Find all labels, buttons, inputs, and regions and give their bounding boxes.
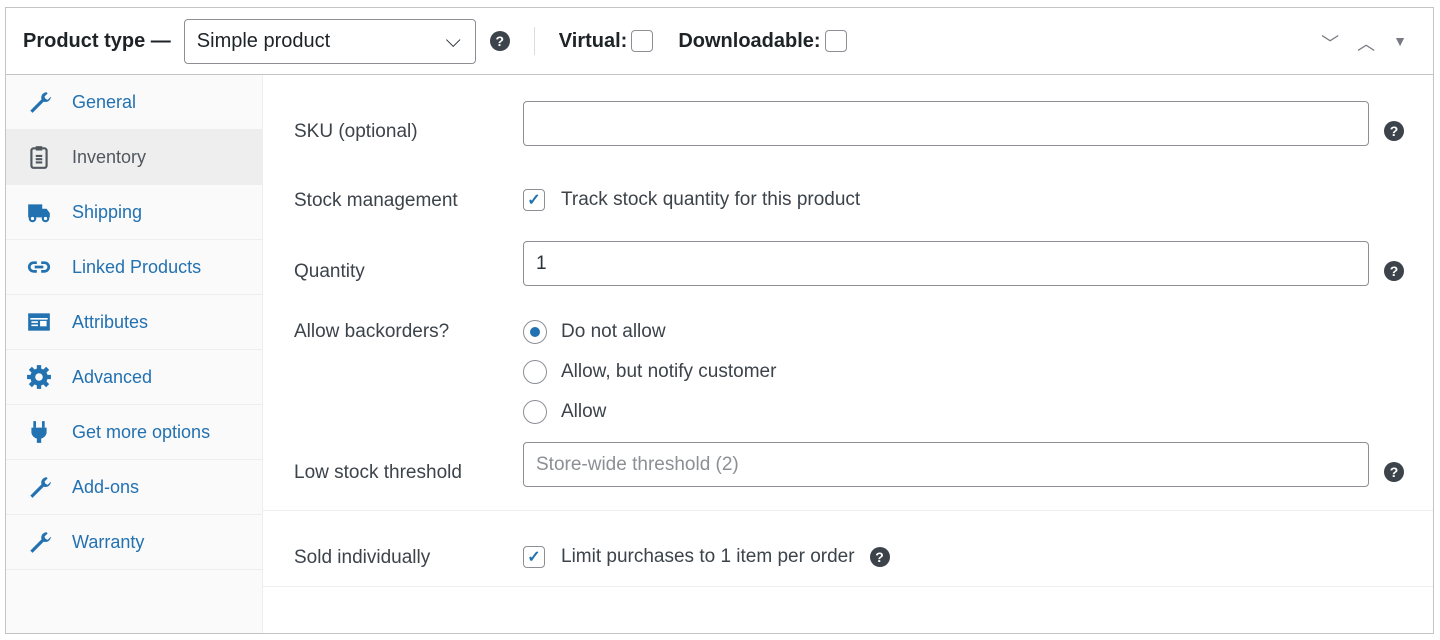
sidebar-item-get-more-options[interactable]: Get more options bbox=[6, 405, 262, 460]
divider bbox=[533, 27, 535, 55]
sidebar: General Inventory Shipping Linked Products A… bbox=[6, 75, 263, 633]
wrench-icon bbox=[30, 532, 51, 553]
product-type-label: Product type — bbox=[23, 29, 171, 52]
sold-individually-text: Limit purchases to 1 item per order bbox=[561, 546, 855, 567]
help-icon[interactable]: ? bbox=[1384, 121, 1404, 141]
sidebar-item-advanced[interactable]: Advanced bbox=[6, 350, 262, 405]
quantity-input[interactable]: 1 bbox=[523, 241, 1369, 286]
downloadable-label: Downloadable: bbox=[678, 29, 821, 52]
virtual-label: Virtual: bbox=[558, 29, 628, 52]
chevron-up-icon[interactable]: ︿ bbox=[1357, 30, 1375, 56]
divider bbox=[263, 586, 1433, 587]
sidebar-item-label: Inventory bbox=[72, 146, 147, 167]
sold-individually-checkbox[interactable]: ✓ bbox=[523, 546, 545, 568]
option-label: Allow bbox=[561, 401, 607, 422]
virtual-checkbox[interactable] bbox=[631, 30, 654, 52]
backorders-label: Allow backorders? bbox=[294, 321, 450, 342]
low-stock-label: Low stock threshold bbox=[294, 462, 462, 483]
backorder-option[interactable]: Allow, but notify customer bbox=[523, 360, 776, 384]
divider bbox=[263, 510, 1433, 511]
sidebar-item-shipping[interactable]: Shipping bbox=[6, 185, 262, 240]
sidebar-item-label: Attributes bbox=[72, 311, 149, 332]
sidebar-item-label: Warranty bbox=[72, 531, 145, 552]
help-icon[interactable]: ? bbox=[1384, 261, 1404, 281]
gear-icon bbox=[27, 365, 51, 389]
chevron-down-icon[interactable]: ﹀ bbox=[1321, 30, 1339, 56]
wrench-icon bbox=[30, 92, 51, 113]
sidebar-item-label: General bbox=[72, 91, 137, 112]
stock-management-text: Track stock quantity for this product bbox=[561, 189, 861, 210]
option-label: Allow, but notify customer bbox=[561, 361, 777, 382]
stock-management-label: Stock management bbox=[294, 190, 458, 211]
sold-individually-label: Sold individually bbox=[294, 547, 431, 568]
sidebar-item-label: Add-ons bbox=[72, 476, 140, 497]
low-stock-input[interactable]: Store-wide threshold (2) bbox=[523, 442, 1369, 487]
sidebar-item-label: Advanced bbox=[72, 366, 153, 387]
stock-management-checkbox[interactable]: ✓ bbox=[523, 189, 545, 211]
product-type-select[interactable]: Simple product ⌵ bbox=[183, 18, 476, 64]
help-icon[interactable]: ? bbox=[489, 31, 510, 51]
link-icon bbox=[27, 261, 51, 273]
wrench-icon bbox=[30, 477, 51, 498]
sidebar-item-general[interactable]: General bbox=[6, 75, 262, 130]
plug-icon bbox=[31, 421, 47, 443]
selected-value: Simple product bbox=[196, 29, 331, 52]
radio[interactable] bbox=[523, 400, 547, 424]
sidebar-item-label: Get more options bbox=[72, 421, 211, 442]
sku-input[interactable] bbox=[523, 101, 1369, 146]
help-icon[interactable]: ? bbox=[1384, 462, 1404, 482]
sidebar-item-add-ons[interactable]: Add-ons bbox=[6, 460, 262, 515]
product-data-panel: Product type — Simple product ⌵ ? Virtual… bbox=[5, 7, 1434, 634]
sidebar-item-label: Linked Products bbox=[72, 256, 202, 277]
toggle-arrow-icon[interactable]: ▼ bbox=[1393, 33, 1407, 56]
chevron-down-icon: ⌵ bbox=[445, 29, 461, 52]
downloadable-checkbox[interactable] bbox=[824, 30, 847, 52]
quantity-label: Quantity bbox=[294, 261, 365, 282]
backorder-option[interactable]: Allow bbox=[523, 400, 606, 424]
backorder-option[interactable]: Do not allow bbox=[523, 320, 666, 344]
clipboard-icon bbox=[30, 146, 48, 169]
list-view-icon bbox=[28, 313, 50, 331]
radio[interactable] bbox=[523, 360, 547, 384]
sku-label: SKU (optional) bbox=[294, 121, 418, 142]
panel-header: Product type — Simple product ⌵ ? Virtual… bbox=[6, 8, 1433, 75]
sidebar-item-warranty[interactable]: Warranty bbox=[6, 515, 262, 570]
radio-selected[interactable] bbox=[523, 320, 547, 344]
help-icon[interactable]: ? bbox=[869, 547, 890, 567]
sidebar-item-linked-products[interactable]: Linked Products bbox=[6, 240, 262, 295]
option-label: Do not allow bbox=[561, 321, 666, 342]
sidebar-item-label: Shipping bbox=[72, 201, 143, 222]
inventory-panel: SKU (optional) ? Stock management ✓ Track… bbox=[263, 75, 1433, 633]
sidebar-item-inventory[interactable]: Inventory bbox=[6, 130, 262, 185]
sidebar-item-attributes[interactable]: Attributes bbox=[6, 295, 262, 350]
truck-icon bbox=[28, 204, 50, 223]
